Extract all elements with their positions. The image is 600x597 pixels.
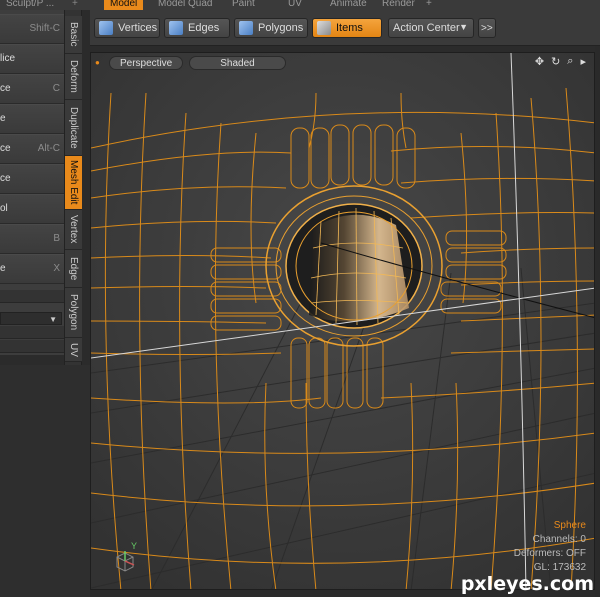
tool-item[interactable]: lice: [0, 44, 64, 74]
tab-uv[interactable]: UV: [282, 0, 308, 10]
tab-paint[interactable]: Paint: [226, 0, 261, 10]
tab-model[interactable]: Model: [104, 0, 144, 10]
viewport-nav-icons: ✥ ↻ ⌕ ▸: [535, 55, 586, 68]
vertices-icon: [99, 21, 113, 35]
move-view-icon[interactable]: ✥: [535, 55, 544, 68]
viewport-options-icon[interactable]: ▸: [580, 55, 586, 68]
tab-sculpt[interactable]: Sculpt/P ...: [0, 0, 60, 10]
vertices-button[interactable]: Vertices: [94, 18, 160, 38]
top-tab-bar: Sculpt/P ... + Model Model Quad Paint UV…: [0, 0, 600, 10]
polygons-icon: [239, 21, 253, 35]
tool-item[interactable]: ce C: [0, 74, 64, 104]
items-icon: [317, 21, 331, 35]
tool-item[interactable]: ce Alt-C: [0, 134, 64, 164]
viewport-info-overlay: Sphere Channels: 0 Deformers: OFF GL: 17…: [514, 519, 586, 575]
vtab-deform[interactable]: Deform: [65, 54, 82, 100]
tool-dropdown[interactable]: ▼: [0, 312, 62, 325]
axis-gizmo-icon: [111, 549, 137, 575]
vtab-edge[interactable]: Edge: [65, 250, 82, 288]
selected-object-name: Sphere: [553, 520, 586, 531]
vtab-basic[interactable]: Basic: [65, 16, 82, 54]
tool-item[interactable]: e X: [0, 254, 64, 284]
viewport-menu-icon[interactable]: ●: [95, 56, 103, 70]
edges-button[interactable]: Edges: [164, 18, 230, 38]
vtab-mesh-edit[interactable]: Mesh Edit: [65, 156, 82, 210]
panel-row: [0, 326, 64, 339]
component-toolbar: Vertices Edges Polygons Items Action Cen…: [90, 10, 600, 46]
tab-model-quad[interactable]: Model Quad: [152, 0, 218, 10]
items-button[interactable]: Items: [312, 18, 382, 38]
tool-item[interactable]: e: [0, 104, 64, 134]
viewport-header: ● Perspective Shaded: [95, 56, 286, 70]
tab-add-button[interactable]: +: [66, 0, 84, 10]
axis-y-label: Y: [131, 541, 138, 551]
panel-divider: [0, 290, 64, 303]
polygons-button[interactable]: Polygons: [234, 18, 308, 38]
vertical-tab-strip: Basic Deform Duplicate Mesh Edit Vertex …: [64, 10, 82, 365]
rotate-view-icon[interactable]: ↻: [551, 55, 560, 68]
watermark-text: pxleyes.com: [460, 573, 594, 595]
chevron-down-icon: ▼: [49, 315, 57, 324]
tool-panel: Shift-C lice ce C e ce Alt-C ce ol B e X…: [0, 10, 64, 355]
vtab-vertex[interactable]: Vertex: [65, 210, 82, 250]
deformers-status: Deformers: OFF: [513, 548, 586, 559]
zoom-view-icon[interactable]: ⌕: [567, 55, 573, 68]
chevron-down-icon: ▼: [459, 22, 468, 32]
more-button[interactable]: >>: [478, 18, 496, 38]
3d-viewport[interactable]: ● Perspective Shaded ✥ ↻ ⌕ ▸ Sphere Chan…: [90, 52, 595, 590]
left-panel-background: [0, 365, 90, 597]
perspective-dropdown[interactable]: Perspective: [109, 56, 184, 70]
vtab-polygon[interactable]: Polygon: [65, 288, 82, 338]
panel-row: [0, 340, 64, 353]
vtab-uv[interactable]: UV: [65, 338, 82, 362]
tool-item[interactable]: Shift-C: [0, 14, 64, 44]
vtab-duplicate[interactable]: Duplicate: [65, 100, 82, 156]
tool-item[interactable]: ol: [0, 194, 64, 224]
tab-animate[interactable]: Animate: [324, 0, 373, 10]
right-edge-panel: [595, 46, 600, 597]
shading-dropdown[interactable]: Shaded: [189, 56, 286, 70]
action-center-dropdown[interactable]: Action Center ▼: [388, 18, 474, 38]
tool-item[interactable]: B: [0, 224, 64, 254]
tab-add-layout-button[interactable]: +: [420, 0, 438, 10]
tab-render[interactable]: Render: [376, 0, 421, 10]
tool-item[interactable]: ce: [0, 164, 64, 194]
edges-icon: [169, 21, 183, 35]
viewport-scene[interactable]: [91, 53, 595, 590]
channels-count: Channels: 0: [532, 534, 586, 545]
